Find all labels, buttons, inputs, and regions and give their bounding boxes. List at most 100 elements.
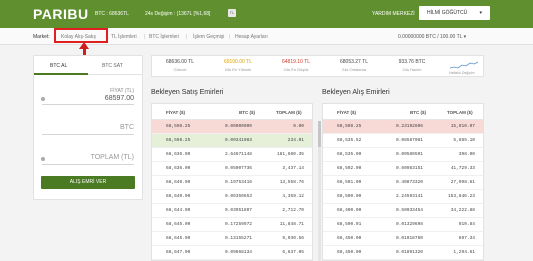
radio-icon[interactable] xyxy=(41,157,45,161)
price-input-underline xyxy=(42,104,134,105)
btc-cell: 0.23192806 xyxy=(395,124,423,129)
btc-cell: 0.05007736 xyxy=(224,166,252,171)
table-row[interactable]: 68,645.00 0.17259972 11,848.71 xyxy=(152,218,312,232)
table-row[interactable]: 68,645.00 0.13155271 9,030.56 xyxy=(152,232,312,246)
col-btc: BTC ($) xyxy=(410,110,426,115)
table-row[interactable]: 68,636.00 0.05007736 3,437.14 xyxy=(152,162,312,176)
btc-cell: 0.01891320 xyxy=(395,250,423,255)
price-cell: 68,645.00 xyxy=(166,222,191,227)
table-row[interactable]: 68,501.00 0.40873320 27,998.61 xyxy=(323,176,483,190)
price-cell: 68,598.25 xyxy=(166,138,191,143)
table-row[interactable]: 68,535.52 0.08587081 5,885.10 xyxy=(323,134,483,148)
market-label: Market: xyxy=(33,34,50,40)
btc-cell: 0.13155271 xyxy=(224,236,252,241)
table-row[interactable]: 68,502.00 0.60983151 41,729.33 xyxy=(323,162,483,176)
total-cell: 6,637.05 xyxy=(282,250,304,255)
scrollbar[interactable] xyxy=(318,121,321,261)
total-cell: 3,437.14 xyxy=(282,166,304,171)
nav-account-settings[interactable]: Hesap Ayarları xyxy=(235,34,268,40)
amount-input[interactable]: BTC xyxy=(120,124,134,131)
btc-cell: 0.19753416 xyxy=(224,180,252,185)
table-row[interactable]: 68,450.00 0.01891320 1,294.61 xyxy=(323,246,483,260)
table-row[interactable]: 68,500.00 2.24593141 153,846.23 xyxy=(323,190,483,204)
table-row[interactable]: 68,535.00 0.00580591 398.00 xyxy=(323,148,483,162)
buy-table-header: FİYAT ($) BTC ($) TOPLAM ($) xyxy=(323,104,483,120)
price-cell: 68,400.00 xyxy=(337,208,362,213)
user-name: HİLMİ GÖĞÜTCÜ xyxy=(427,10,468,16)
order-tabs: BTC AL BTC SAT xyxy=(34,56,142,75)
stat-24h-volume: 933.76 BTC 24s Hacim xyxy=(398,59,426,72)
nav-tl-transactions[interactable]: TL İşlemleri xyxy=(111,34,137,40)
table-row[interactable]: 68,636.00 2.64671148 181,660.35 xyxy=(152,148,312,162)
total-cell: 398.00 xyxy=(458,152,475,157)
top-bar: PARIBU BTC : 68636TL 24s Değişim : (1367… xyxy=(0,0,533,28)
btc-cell: 2.64671148 xyxy=(224,152,252,157)
paribu-logo[interactable]: PARIBU xyxy=(33,6,89,22)
nav-separator: | xyxy=(229,34,231,40)
radio-icon[interactable] xyxy=(41,97,45,101)
col-btc: BTC ($) xyxy=(239,110,255,115)
col-price: FİYAT ($) xyxy=(337,110,357,115)
scrollbar-thumb[interactable] xyxy=(318,121,321,147)
nav-btc-transactions[interactable]: BTC İşlemleri xyxy=(149,34,179,40)
tab-btc-buy[interactable]: BTC AL xyxy=(50,63,67,69)
price-cell: 68,450.00 xyxy=(337,236,362,241)
amount-input-underline xyxy=(42,134,134,135)
btc-cell: 0.08587081 xyxy=(395,138,423,143)
price-cell: 68,636.00 xyxy=(166,152,191,157)
total-cell: 4,359.12 xyxy=(282,194,304,199)
table-row[interactable]: 68,598.25 0.00341083 234.01 xyxy=(152,134,312,148)
btc-price-ticker: BTC : 68636TL xyxy=(95,11,129,17)
highlight-annotation-box xyxy=(54,28,108,43)
sell-orders-title: Bekleyen Satış Emirleri xyxy=(151,89,224,96)
table-row[interactable]: 68,450.00 0.01018760 697.34 xyxy=(323,232,483,246)
buy-orders-table: FİYAT ($) BTC ($) TOPLAM ($) 68,598.25 0.… xyxy=(322,103,484,261)
table-row[interactable]: 68,644.00 0.03951807 2,712.70 xyxy=(152,204,312,218)
active-tab-indicator xyxy=(34,73,88,75)
btc-cell: 0.17259972 xyxy=(224,222,252,227)
table-row[interactable]: 68,640.00 0.19753416 13,558.76 xyxy=(152,176,312,190)
total-cell: 910.84 xyxy=(458,222,475,227)
currency-chip[interactable]: TL xyxy=(228,9,236,17)
help-center-link[interactable]: YARDIM MERKEZİ xyxy=(372,11,415,17)
user-menu-button[interactable]: HİLMİ GÖĞÜTCÜ ▾ xyxy=(419,6,490,20)
col-price: FİYAT ($) xyxy=(166,110,186,115)
total-cell: 15,910.07 xyxy=(450,124,475,129)
balance-selector[interactable]: 0.00000000 BTC / 100.00 TL ▾ xyxy=(398,34,466,40)
price-cell: 68,598.25 xyxy=(337,124,362,129)
price-cell: 68,501.00 xyxy=(337,180,362,185)
price-cell: 68,640.00 xyxy=(166,194,191,199)
total-input-underline xyxy=(42,164,134,165)
total-cell: 234.01 xyxy=(287,138,304,143)
btc-cell: 0.06350653 xyxy=(224,194,252,199)
price-cell: 68,645.00 xyxy=(166,236,191,241)
sell-orders-table: FİYAT ($) BTC ($) TOPLAM ($) 68,598.25 0.… xyxy=(151,103,313,261)
total-cell: 697.34 xyxy=(458,236,475,241)
total-cell: 181,660.35 xyxy=(276,152,304,157)
table-row[interactable]: 68,598.25 0.00000000 0.00 xyxy=(152,120,312,134)
table-row[interactable]: 68,500.01 0.01329698 910.84 xyxy=(323,218,483,232)
table-row[interactable]: 68,598.25 0.23192806 15,910.07 xyxy=(323,120,483,134)
stat-24h-average: 68053.27 TL 24s Ortalama xyxy=(339,59,368,72)
price-input[interactable]: 68597.00 xyxy=(105,95,134,102)
nav-transaction-history[interactable]: İşlem Geçmişi xyxy=(193,34,224,40)
btc-cell: 0.00341083 xyxy=(224,138,252,143)
total-cell: 34,222.88 xyxy=(450,208,475,213)
total-cell: 41,729.33 xyxy=(450,166,475,171)
btc-cell: 0.60983151 xyxy=(395,166,423,171)
daily-change-ticker: 24s Değişim : (1367L [%1,68] xyxy=(145,11,211,17)
market-stats-bar: 68636.00 TL Güncel 69100.00 TL 24s En Yü… xyxy=(151,55,484,77)
price-cell: 68,450.00 xyxy=(337,250,362,255)
price-cell: 68,500.00 xyxy=(337,194,362,199)
arrow-up-icon xyxy=(79,42,89,49)
place-buy-order-button[interactable]: ALIŞ EMRİ VER xyxy=(41,176,135,189)
weekly-change-label: Haftalık Değişim xyxy=(449,71,475,75)
total-input[interactable]: TOPLAM (TL) xyxy=(91,154,134,161)
tab-btc-sell[interactable]: BTC SAT xyxy=(102,63,123,69)
table-row[interactable]: 68,640.00 0.06350653 4,359.12 xyxy=(152,190,312,204)
price-cell: 68,647.00 xyxy=(166,250,191,255)
total-cell: 5,885.10 xyxy=(453,138,475,143)
total-cell: 1,294.61 xyxy=(453,250,475,255)
table-row[interactable]: 68,400.00 0.50033454 34,222.88 xyxy=(323,204,483,218)
table-row[interactable]: 68,647.00 0.09668134 6,637.05 xyxy=(152,246,312,260)
